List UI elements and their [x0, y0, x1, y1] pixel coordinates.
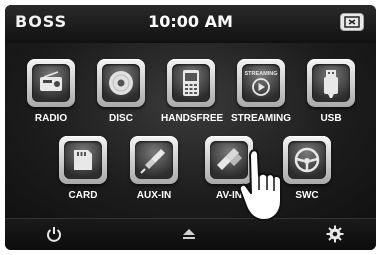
app-grid: RADIO DISC HANDSFREE STREAMING STREAMING… [5, 43, 376, 218]
screen-toggle-button[interactable] [340, 13, 364, 31]
app-card[interactable]: CARD [53, 136, 113, 201]
app-usb[interactable]: USB [301, 59, 361, 124]
app-label: STREAMING [231, 113, 291, 124]
power-icon[interactable] [45, 225, 63, 243]
aux-plug-icon [140, 149, 165, 174]
streaming-icon-text: STREAMING [245, 71, 278, 77]
disc-tile[interactable] [97, 59, 145, 107]
radio-icon [40, 71, 62, 91]
phone-icon [183, 70, 199, 96]
app-disc[interactable]: DISC [91, 59, 151, 124]
eject-icon[interactable] [182, 228, 196, 240]
app-label: CARD [68, 190, 98, 201]
streaming-play-icon: STREAMING [245, 71, 278, 96]
app-handsfree[interactable]: HANDSFREE [161, 59, 224, 124]
app-label: RADIO [34, 113, 68, 124]
app-label: DISC [109, 113, 133, 124]
screen-toggle-icon [344, 16, 360, 28]
disc-icon [109, 71, 133, 95]
card-tile[interactable] [59, 136, 107, 184]
clock-display: 10:00 AM [148, 12, 233, 31]
usb-icon [324, 70, 338, 98]
app-aux-in[interactable]: AUX-IN [124, 136, 184, 201]
bottom-bar [5, 218, 376, 250]
usb-tile[interactable] [307, 59, 355, 107]
gear-icon[interactable] [326, 225, 344, 243]
handsfree-tile[interactable] [167, 59, 215, 107]
head-unit-screen: BOSS 10:00 AM RADIO DISC HANDSFREE STREA… [5, 5, 376, 250]
pointing-hand-icon [238, 149, 282, 221]
app-radio[interactable]: RADIO [21, 59, 81, 124]
top-bar: BOSS 10:00 AM [5, 5, 376, 44]
app-label: HANDSFREE [161, 113, 224, 124]
streaming-tile[interactable]: STREAMING [237, 59, 285, 107]
radio-tile[interactable] [27, 59, 75, 107]
app-label: AUX-IN [136, 190, 172, 201]
sd-card-icon [74, 150, 92, 170]
app-label: USB [320, 113, 342, 124]
app-streaming[interactable]: STREAMING STREAMING [231, 59, 291, 124]
aux-in-tile[interactable] [130, 136, 178, 184]
